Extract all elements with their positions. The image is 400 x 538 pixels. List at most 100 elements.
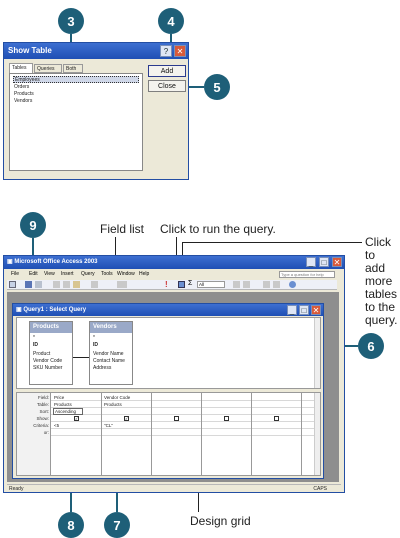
- cut-icon[interactable]: [53, 281, 60, 288]
- callout-6: 6: [358, 333, 384, 359]
- paste-icon[interactable]: [73, 281, 80, 288]
- toolbar: ! Σ All: [7, 280, 337, 290]
- col5-show-checkbox[interactable]: [274, 416, 279, 421]
- grid-row-field: [51, 394, 320, 401]
- tab-both[interactable]: Both: [63, 64, 83, 73]
- copy-icon[interactable]: [63, 281, 70, 288]
- menu-tools[interactable]: Tools: [101, 271, 113, 277]
- access-window: ▣ Microsoft Office Access 2003 _ □ ✕ Fil…: [3, 255, 345, 493]
- help-search-input[interactable]: Type a question for help: [279, 271, 335, 278]
- query-titlebar: ▣ Query1 : Select Query: [13, 304, 323, 316]
- row-label-criteria: Criteria:: [33, 423, 49, 428]
- menu-bar: File Edit View Insert Query Tools Window…: [7, 271, 337, 279]
- menu-help[interactable]: Help: [139, 271, 149, 277]
- products-table-name: Products: [30, 322, 72, 333]
- menu-query[interactable]: Query: [81, 271, 95, 277]
- products-field[interactable]: SKU Number: [33, 365, 62, 371]
- col2-table-cell[interactable]: Products: [104, 402, 122, 407]
- show-table-icon[interactable]: [178, 281, 185, 288]
- col1-table-cell[interactable]: Products: [54, 402, 72, 407]
- list-item[interactable]: Employees: [13, 76, 139, 83]
- tab-tables[interactable]: Tables: [9, 63, 33, 73]
- database-window-icon[interactable]: [263, 281, 270, 288]
- row-labels-column: Field: Table: Sort: Show: Criteria: or:: [17, 393, 51, 475]
- undo-icon[interactable]: [91, 281, 98, 288]
- new-object-icon[interactable]: [273, 281, 280, 288]
- tables-list[interactable]: Employees Orders Products Vendors: [9, 73, 143, 171]
- callout-9: 9: [20, 212, 46, 238]
- col1-sort-cell[interactable]: Ascending: [53, 408, 83, 415]
- callout-3: 3: [58, 8, 84, 34]
- products-field[interactable]: *: [33, 335, 35, 341]
- menu-edit[interactable]: Edit: [29, 271, 38, 277]
- col2-criteria-cell[interactable]: "CL": [104, 423, 113, 428]
- vendors-table-name: Vendors: [90, 322, 132, 333]
- vendors-field[interactable]: Address: [93, 365, 111, 371]
- callout-5: 5: [204, 74, 230, 100]
- grid-row-show: [51, 415, 320, 422]
- col4-show-checkbox[interactable]: [224, 416, 229, 421]
- row-label-or: or:: [43, 430, 49, 435]
- col1-show-checkbox[interactable]: ✓: [74, 416, 79, 421]
- access-title: Microsoft Office Access 2003: [14, 259, 98, 265]
- products-field[interactable]: Product: [33, 351, 50, 357]
- vendors-field[interactable]: Contact Name: [93, 358, 125, 364]
- vendors-field-list[interactable]: Vendors * ID Vendor Name Contact Name Ad…: [89, 321, 133, 385]
- top-values-select[interactable]: All: [197, 281, 225, 288]
- help-icon[interactable]: ?: [160, 45, 172, 57]
- add-button[interactable]: Add: [148, 65, 186, 77]
- run-query-caption: Click to run the query.: [160, 222, 276, 236]
- view-icon[interactable]: [9, 281, 16, 288]
- vendors-field[interactable]: Vendor Name: [93, 351, 124, 357]
- products-field[interactable]: ID: [33, 342, 38, 348]
- menu-insert[interactable]: Insert: [61, 271, 74, 277]
- callout-4: 4: [158, 8, 184, 34]
- window-close-icon[interactable]: ✕: [332, 257, 342, 267]
- print-icon[interactable]: [35, 281, 42, 288]
- totals-icon[interactable]: Σ: [188, 280, 192, 287]
- grid-row-table: [51, 401, 320, 408]
- save-icon[interactable]: [25, 281, 32, 288]
- close-icon[interactable]: ✕: [174, 45, 186, 57]
- products-field[interactable]: Vendor Code: [33, 358, 62, 364]
- tab-queries[interactable]: Queries: [34, 64, 62, 73]
- callout-7: 7: [104, 512, 130, 538]
- grid-scrollbar[interactable]: [314, 393, 320, 475]
- col1-criteria-cell[interactable]: <5: [54, 423, 59, 428]
- help-toolbar-icon[interactable]: [289, 281, 296, 288]
- query-close-icon[interactable]: ✕: [311, 305, 321, 315]
- col2-field-cell[interactable]: Vendor Code: [104, 395, 130, 400]
- list-item[interactable]: Orders: [14, 84, 29, 90]
- col1-field-cell[interactable]: Price: [54, 395, 64, 400]
- row-label-table: Table:: [36, 402, 49, 407]
- query-maximize-icon[interactable]: □: [299, 305, 309, 315]
- products-field-list[interactable]: Products * ID Product Vendor Code SKU Nu…: [29, 321, 73, 385]
- query-window: ▣ Query1 : Select Query _ □ ✕ Products *…: [12, 303, 324, 479]
- properties-icon[interactable]: [233, 281, 240, 288]
- grid-col-divider: [151, 393, 152, 475]
- table-pane-scrollbar[interactable]: [314, 318, 320, 388]
- caps-indicator: CAPS: [313, 486, 327, 492]
- list-item[interactable]: Products: [14, 91, 34, 97]
- close-button[interactable]: Close: [148, 80, 186, 92]
- vendors-field[interactable]: ID: [93, 342, 98, 348]
- query-minimize-icon[interactable]: _: [287, 305, 297, 315]
- build-icon[interactable]: [243, 281, 250, 288]
- minimize-icon[interactable]: _: [306, 257, 316, 267]
- list-item[interactable]: Vendors: [14, 98, 32, 104]
- show-table-tabs: Tables Queries Both: [9, 63, 143, 73]
- add-tables-caption-line: [182, 242, 362, 243]
- col3-show-checkbox[interactable]: [174, 416, 179, 421]
- query-type-icon[interactable]: [117, 281, 127, 288]
- grid-col-divider: [301, 393, 302, 475]
- vendors-field[interactable]: *: [93, 335, 95, 341]
- grid-col-divider: [201, 393, 202, 475]
- run-icon[interactable]: !: [165, 280, 168, 289]
- menu-file[interactable]: File: [11, 271, 19, 277]
- menu-window[interactable]: Window: [117, 271, 135, 277]
- field-list-caption: Field list: [100, 222, 145, 236]
- maximize-icon[interactable]: □: [319, 257, 329, 267]
- status-bar: Ready CAPS: [7, 484, 341, 492]
- menu-view[interactable]: View: [44, 271, 55, 277]
- col2-show-checkbox[interactable]: ✓: [124, 416, 129, 421]
